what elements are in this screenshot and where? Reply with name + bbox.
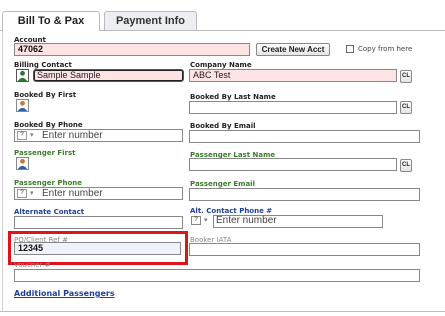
passenger-first-label: Passenger First [14,149,76,157]
booked-by-email-input[interactable] [189,130,420,143]
booked-by-phone-placeholder[interactable]: Enter number [42,130,103,142]
bottom-divider [0,311,445,312]
booked-by-person-icon[interactable] [16,99,29,112]
booker-iata-input[interactable] [189,243,420,256]
alt-contact-phone-label: Alt. Contact Phone # [190,207,273,215]
booked-by-last-label: Booked By Last Name [190,93,276,101]
create-new-acct-button[interactable]: Create New Acct [256,43,330,56]
company-name-input[interactable]: ABC Test [189,69,397,82]
billing-contact-input[interactable]: Sample Sample [33,69,184,82]
booked-by-phone-label: Booked By Phone [14,121,83,129]
country-code-selector[interactable]: ? [191,216,201,225]
country-code-selector[interactable]: ? [17,131,27,140]
passenger-person-icon[interactable] [16,157,29,170]
copy-from-here-label: Copy from here [358,45,413,53]
copy-from-here-checkbox[interactable] [346,45,354,53]
alternate-contact-label: Alternate Contact [14,208,85,216]
chevron-down-icon[interactable]: ▾ [30,189,34,197]
booked-by-first-label: Booked By First [14,91,77,99]
additional-passengers-link[interactable]: Additional Passengers [14,289,115,298]
passenger-last-clear-button[interactable]: CL [400,159,412,172]
company-name-label: Company Name [190,61,252,69]
passenger-phone-label: Passenger Phone [14,179,83,187]
passenger-email-input[interactable] [189,188,420,201]
passenger-email-label: Passenger Email [190,180,255,188]
tab-bill-to-pax[interactable]: Bill To & Pax [2,11,100,31]
tab-payment-info[interactable]: Payment Info [104,11,197,30]
panel-border [2,30,3,312]
alt-contact-phone-placeholder[interactable]: Enter number [216,215,277,227]
passenger-phone-field[interactable]: ? ▾ Enter number [14,187,183,200]
country-code-selector[interactable]: ? [17,189,27,198]
voucher-input[interactable] [14,269,420,282]
alternate-contact-input[interactable] [14,216,183,229]
highlight-box [8,231,188,265]
passenger-last-input[interactable] [189,158,397,171]
chevron-down-icon[interactable]: ▾ [30,131,34,139]
passenger-phone-placeholder[interactable]: Enter number [42,188,103,200]
tab-bar: Bill To & Pax Payment Info [0,0,445,31]
booked-by-last-clear-button[interactable]: CL [400,101,412,114]
chevron-down-icon[interactable]: ▾ [204,216,208,224]
billing-contact-label: Billing Contact [14,61,72,69]
voucher-label: Voucher # [14,261,51,269]
account-input[interactable]: 47062 [14,43,250,56]
booked-by-phone-field[interactable]: ? ▾ Enter number [14,129,183,142]
billing-contact-person-icon[interactable] [16,69,29,82]
booked-by-last-input[interactable] [189,101,397,114]
booked-by-email-label: Booked By Email [190,122,256,130]
alt-contact-phone-field[interactable]: ? ▾ Enter number [189,215,383,228]
company-name-clear-button[interactable]: CL [400,70,412,83]
